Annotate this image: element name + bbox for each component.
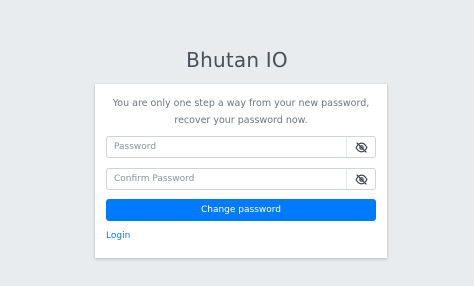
- brand-title: Bhutan IO: [186, 48, 288, 72]
- login-link[interactable]: Login: [106, 231, 130, 241]
- password-input[interactable]: [107, 137, 347, 157]
- confirm-password-input[interactable]: [107, 169, 347, 189]
- confirm-password-toggle[interactable]: [346, 169, 375, 189]
- eye-slash-icon: [354, 173, 368, 185]
- password-field[interactable]: [106, 136, 376, 158]
- recover-message: You are only one step a way from your ne…: [112, 98, 370, 126]
- confirm-password-field[interactable]: [106, 168, 376, 190]
- eye-slash-icon: [354, 141, 368, 153]
- change-password-button[interactable]: Change password: [106, 199, 376, 221]
- recover-password-card: You are only one step a way from your ne…: [95, 84, 387, 258]
- password-toggle[interactable]: [346, 137, 375, 157]
